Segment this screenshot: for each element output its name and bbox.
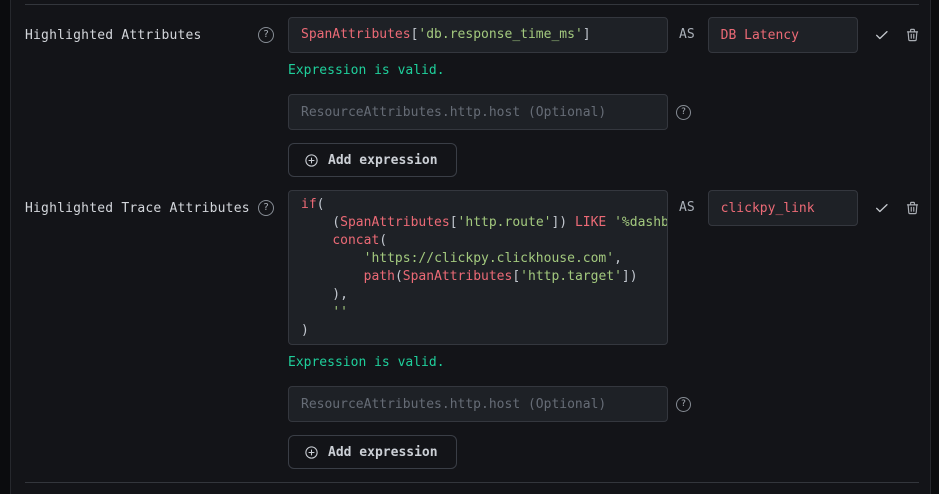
- confirm-check-button[interactable]: [874, 190, 890, 226]
- highlighted-attributes-section: Highlighted Attributes ? SpanAttributes[…: [11, 17, 930, 177]
- add-expression-label: Add expression: [328, 445, 438, 460]
- validation-message: Expression is valid.: [288, 354, 930, 372]
- check-icon: [874, 27, 890, 43]
- circle-plus-icon: [304, 445, 319, 460]
- add-expression-button[interactable]: Add expression: [288, 143, 457, 177]
- highlighted-trace-attributes-section: Highlighted Trace Attributes ? if( (Span…: [11, 190, 930, 469]
- help-icon[interactable]: ?: [676, 105, 691, 120]
- check-icon: [874, 200, 890, 216]
- alias-input[interactable]: [708, 17, 858, 53]
- field-label: Highlighted Trace Attributes: [25, 201, 250, 216]
- as-label: AS: [679, 17, 695, 53]
- validation-message: Expression is valid.: [288, 62, 930, 80]
- trash-icon: [905, 200, 920, 216]
- trash-icon: [905, 27, 920, 43]
- optional-host-row: ?: [288, 386, 930, 422]
- expression-row: if( (SpanAttributes['http.route']) LIKE …: [288, 190, 930, 345]
- field-label-cell: Highlighted Attributes ?: [25, 17, 274, 53]
- field-label: Highlighted Attributes: [25, 28, 202, 43]
- circle-plus-icon: [304, 153, 319, 168]
- top-divider: [25, 4, 919, 5]
- optional-host-input[interactable]: [288, 94, 668, 130]
- delete-trash-button[interactable]: [905, 190, 920, 226]
- optional-host-row: ?: [288, 94, 930, 130]
- section-content: SpanAttributes['db.response_time_ms'] AS…: [288, 17, 930, 177]
- help-icon[interactable]: ?: [676, 397, 691, 412]
- section-content: if( (SpanAttributes['http.route']) LIKE …: [288, 190, 930, 469]
- as-label: AS: [679, 190, 695, 226]
- expression-textarea[interactable]: if( (SpanAttributes['http.route']) LIKE …: [288, 190, 668, 345]
- expression-row: SpanAttributes['db.response_time_ms'] AS: [288, 17, 930, 53]
- optional-host-input[interactable]: [288, 386, 668, 422]
- settings-panel: Highlighted Attributes ? SpanAttributes[…: [10, 0, 931, 494]
- add-expression-button[interactable]: Add expression: [288, 435, 457, 469]
- bottom-divider: [25, 482, 919, 483]
- delete-trash-button[interactable]: [905, 17, 920, 53]
- alias-input[interactable]: [708, 190, 858, 226]
- field-label-cell: Highlighted Trace Attributes ?: [25, 190, 274, 226]
- help-icon[interactable]: ?: [258, 200, 274, 216]
- add-expression-label: Add expression: [328, 153, 438, 168]
- confirm-check-button[interactable]: [874, 17, 890, 53]
- help-icon[interactable]: ?: [258, 27, 274, 43]
- expression-input[interactable]: SpanAttributes['db.response_time_ms']: [288, 17, 668, 53]
